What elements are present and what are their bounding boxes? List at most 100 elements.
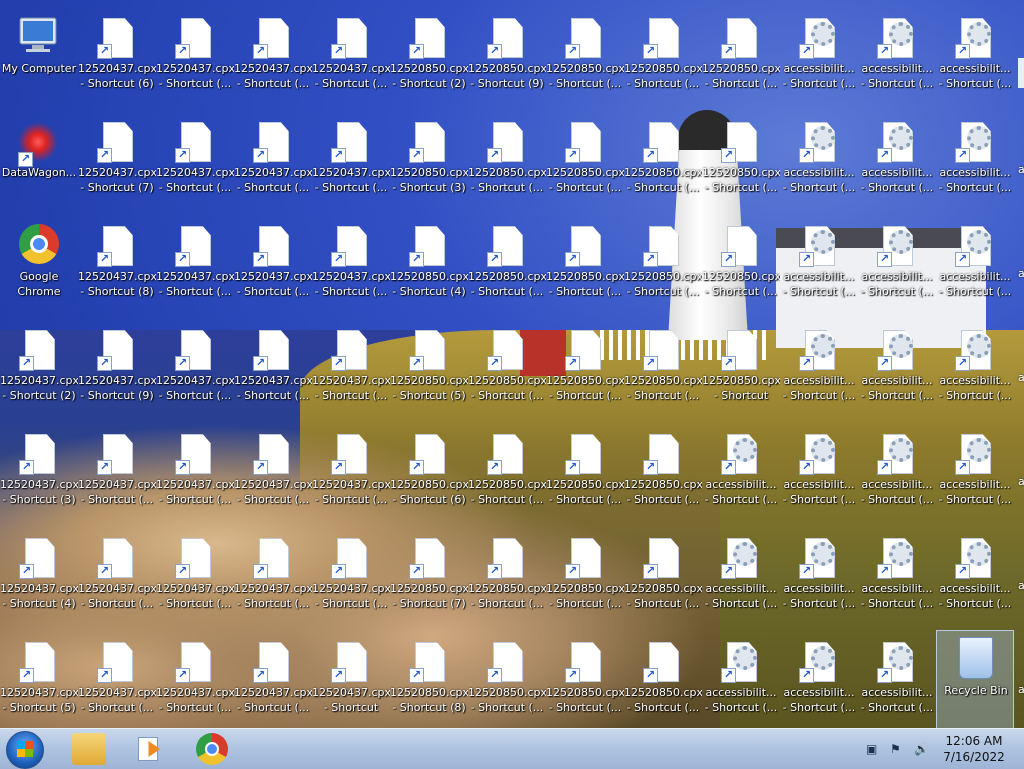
clipped-icon-label[interactable]: a — [1018, 683, 1024, 696]
desktop-shortcut[interactable]: ↗ 12520437.cpx - Shortcut (... — [312, 422, 390, 526]
desktop-shortcut[interactable]: ↗ 12520850.cpx - Shortcut (... — [468, 110, 546, 214]
google-chrome-icon[interactable] — [196, 733, 228, 765]
action-center-icon[interactable]: ⚑ — [890, 741, 906, 757]
desktop-shortcut[interactable]: ↗ accessibilit... - Shortcut (... — [936, 422, 1014, 526]
desktop-shortcut[interactable]: ↗ 12520850.cpx - Shortcut (... — [546, 630, 624, 728]
datawagon-desktop-icon[interactable]: ↗ DataWagon... — [0, 110, 78, 214]
desktop-shortcut[interactable]: ↗ 12520437.cpx - Shortcut (... — [156, 110, 234, 214]
desktop-shortcut[interactable]: ↗ 12520850.cpx - Shortcut (... — [702, 110, 780, 214]
desktop-shortcut[interactable]: ↗ 12520850.cpx - Shortcut (... — [546, 214, 624, 318]
desktop-shortcut[interactable]: ↗ accessibilit... - Shortcut (... — [702, 630, 780, 728]
recycle-bin-desktop-icon[interactable]: Recycle Bin — [936, 630, 1014, 728]
desktop-shortcut[interactable]: ↗ 12520437.cpx - Shortcut (... — [234, 110, 312, 214]
desktop-shortcut[interactable]: ↗ 12520437.cpx - Shortcut (... — [312, 214, 390, 318]
desktop-shortcut[interactable]: ↗ 12520437.cpx - Shortcut (... — [234, 630, 312, 728]
desktop-shortcut[interactable]: ↗ 12520437.cpx - Shortcut (... — [312, 318, 390, 422]
my-computer-desktop-icon[interactable]: My Computer — [0, 6, 78, 110]
desktop-shortcut[interactable]: ↗ 12520437.cpx - Shortcut (... — [156, 526, 234, 630]
desktop-shortcut[interactable]: ↗ accessibilit... - Shortcut (... — [780, 110, 858, 214]
desktop-shortcut[interactable]: ↗ 12520850.cpx - Shortcut (... — [546, 526, 624, 630]
desktop-shortcut[interactable]: ↗ 12520437.cpx - Shortcut (4) — [0, 526, 78, 630]
desktop-shortcut[interactable]: ↗ 12520437.cpx - Shortcut (3) — [0, 422, 78, 526]
windows-explorer-icon[interactable] — [72, 733, 106, 765]
desktop-shortcut[interactable]: ↗ 12520850.cpx - Shortcut (4) — [390, 214, 468, 318]
clipped-icon[interactable] — [1018, 58, 1024, 88]
desktop-shortcut[interactable]: ↗ 12520850.cpx - Shortcut — [702, 318, 780, 422]
desktop-shortcut[interactable]: ↗ 12520850.cpx - Shortcut (... — [702, 6, 780, 110]
clipped-icon-label[interactable]: a — [1018, 163, 1024, 176]
desktop-shortcut[interactable]: ↗ 12520850.cpx - Shortcut (... — [468, 630, 546, 728]
desktop-shortcut[interactable]: ↗ 12520850.cpx - Shortcut (... — [624, 214, 702, 318]
desktop-shortcut[interactable]: ↗ accessibilit... - Shortcut (... — [780, 422, 858, 526]
clipped-icon-label[interactable]: a — [1018, 579, 1024, 592]
desktop-shortcut[interactable]: ↗ 12520437.cpx - Shortcut (... — [312, 526, 390, 630]
desktop-shortcut[interactable]: ↗ accessibilit... - Shortcut (... — [702, 422, 780, 526]
desktop-shortcut[interactable]: ↗ 12520437.cpx - Shortcut (... — [234, 526, 312, 630]
desktop-shortcut[interactable]: ↗ 12520437.cpx - Shortcut (... — [156, 630, 234, 728]
desktop-shortcut[interactable]: ↗ 12520437.cpx - Shortcut (... — [234, 214, 312, 318]
desktop-shortcut[interactable]: ↗ 12520850.cpx - Shortcut (... — [624, 526, 702, 630]
desktop-shortcut[interactable]: ↗ accessibilit... - Shortcut (... — [780, 526, 858, 630]
desktop-shortcut[interactable]: ↗ 12520850.cpx - Shortcut (... — [546, 318, 624, 422]
desktop-shortcut[interactable]: ↗ accessibilit... - Shortcut (... — [936, 6, 1014, 110]
desktop-shortcut[interactable]: ↗ accessibilit... - Shortcut (... — [858, 526, 936, 630]
desktop-shortcut[interactable]: ↗ 12520850.cpx - Shortcut (7) — [390, 526, 468, 630]
desktop-shortcut[interactable]: ↗ 12520850.cpx - Shortcut (... — [624, 422, 702, 526]
clipped-icon-label[interactable]: a — [1018, 475, 1024, 488]
desktop-shortcut[interactable]: ↗ 12520850.cpx - Shortcut (... — [468, 318, 546, 422]
desktop-shortcut[interactable]: ↗ 12520437.cpx - Shortcut (... — [156, 214, 234, 318]
desktop-shortcut[interactable]: ↗ accessibilit... - Shortcut (... — [858, 214, 936, 318]
desktop-shortcut[interactable]: ↗ accessibilit... - Shortcut (... — [936, 110, 1014, 214]
desktop-shortcut[interactable]: ↗ accessibilit... - Shortcut (... — [780, 630, 858, 728]
desktop-shortcut[interactable]: ↗ accessibilit... - Shortcut (... — [780, 214, 858, 318]
desktop-shortcut[interactable]: ↗ 12520850.cpx - Shortcut (3) — [390, 110, 468, 214]
google-chrome-desktop-icon[interactable]: Google Chrome — [0, 214, 78, 318]
desktop-shortcut[interactable]: ↗ 12520850.cpx - Shortcut (... — [546, 110, 624, 214]
desktop-shortcut[interactable]: ↗ 12520437.cpx - Shortcut (... — [78, 422, 156, 526]
network-icon[interactable]: ▣ — [866, 741, 882, 757]
desktop-shortcut[interactable]: ↗ accessibilit... - Shortcut (... — [936, 214, 1014, 318]
desktop[interactable]: My Computer ↗ DataWagon... Google Chrome ↗ 125… — [0, 0, 1024, 728]
desktop-shortcut[interactable]: ↗ 12520850.cpx - Shortcut (... — [624, 630, 702, 728]
system-clock[interactable]: 12:06 AM 7/16/2022 — [938, 733, 1010, 765]
desktop-shortcut[interactable]: ↗ 12520437.cpx - Shortcut (9) — [78, 318, 156, 422]
desktop-shortcut[interactable]: ↗ accessibilit... - Shortcut (... — [858, 422, 936, 526]
clipped-icon-label[interactable]: a — [1018, 267, 1024, 280]
desktop-shortcut[interactable]: ↗ 12520437.cpx - Shortcut (2) — [0, 318, 78, 422]
desktop-shortcut[interactable]: ↗ 12520850.cpx - Shortcut (5) — [390, 318, 468, 422]
desktop-shortcut[interactable]: ↗ accessibilit... - Shortcut (... — [702, 526, 780, 630]
desktop-shortcut[interactable]: ↗ 12520850.cpx - Shortcut (9) — [468, 6, 546, 110]
desktop-shortcut[interactable]: ↗ 12520437.cpx - Shortcut (... — [78, 630, 156, 728]
desktop-shortcut[interactable]: ↗ 12520850.cpx - Shortcut (... — [468, 526, 546, 630]
desktop-shortcut[interactable]: ↗ 12520437.cpx - Shortcut (7) — [78, 110, 156, 214]
desktop-shortcut[interactable]: ↗ 12520850.cpx - Shortcut (... — [624, 318, 702, 422]
desktop-shortcut[interactable]: ↗ 12520850.cpx - Shortcut (6) — [390, 422, 468, 526]
desktop-shortcut[interactable]: ↗ 12520850.cpx - Shortcut (... — [624, 110, 702, 214]
desktop-shortcut[interactable]: ↗ 12520437.cpx - Shortcut (... — [234, 6, 312, 110]
desktop-shortcut[interactable]: ↗ accessibilit... - Shortcut (... — [780, 318, 858, 422]
desktop-shortcut[interactable]: ↗ 12520437.cpx - Shortcut (8) — [78, 214, 156, 318]
desktop-shortcut[interactable]: ↗ 12520437.cpx - Shortcut (... — [156, 6, 234, 110]
desktop-shortcut[interactable]: ↗ 12520437.cpx - Shortcut (6) — [78, 6, 156, 110]
desktop-shortcut[interactable]: ↗ 12520850.cpx - Shortcut (8) — [390, 630, 468, 728]
desktop-shortcut[interactable]: ↗ accessibilit... - Shortcut (... — [936, 526, 1014, 630]
desktop-shortcut[interactable]: ↗ accessibilit... - Shortcut (... — [936, 318, 1014, 422]
desktop-shortcut[interactable]: ↗ 12520850.cpx - Shortcut (... — [468, 422, 546, 526]
desktop-shortcut[interactable]: ↗ 12520437.cpx - Shortcut (... — [156, 422, 234, 526]
desktop-shortcut[interactable]: ↗ accessibilit... - Shortcut (... — [780, 6, 858, 110]
desktop-shortcut[interactable]: ↗ accessibilit... - Shortcut (... — [858, 6, 936, 110]
desktop-shortcut[interactable]: ↗ 12520850.cpx - Shortcut (... — [702, 214, 780, 318]
desktop-shortcut[interactable]: ↗ 12520437.cpx - Shortcut (... — [156, 318, 234, 422]
desktop-shortcut[interactable]: ↗ 12520850.cpx - Shortcut (... — [624, 6, 702, 110]
volume-icon[interactable]: 🔊 — [914, 741, 930, 757]
desktop-shortcut[interactable]: ↗ accessibilit... - Shortcut (... — [858, 110, 936, 214]
desktop-shortcut[interactable]: ↗ 12520437.cpx - Shortcut (... — [312, 110, 390, 214]
desktop-shortcut[interactable]: ↗ 12520437.cpx - Shortcut (... — [78, 526, 156, 630]
desktop-shortcut[interactable]: ↗ 12520850.cpx - Shortcut (2) — [390, 6, 468, 110]
desktop-shortcut[interactable]: ↗ 12520437.cpx - Shortcut (... — [234, 318, 312, 422]
desktop-shortcut[interactable]: ↗ accessibilit... - Shortcut (... — [858, 630, 936, 728]
desktop-shortcut[interactable]: ↗ 12520437.cpx - Shortcut — [312, 630, 390, 728]
desktop-shortcut[interactable]: ↗ 12520437.cpx - Shortcut (... — [234, 422, 312, 526]
desktop-shortcut[interactable]: ↗ 12520850.cpx - Shortcut (... — [468, 214, 546, 318]
desktop-shortcut[interactable]: ↗ 12520850.cpx - Shortcut (... — [546, 422, 624, 526]
